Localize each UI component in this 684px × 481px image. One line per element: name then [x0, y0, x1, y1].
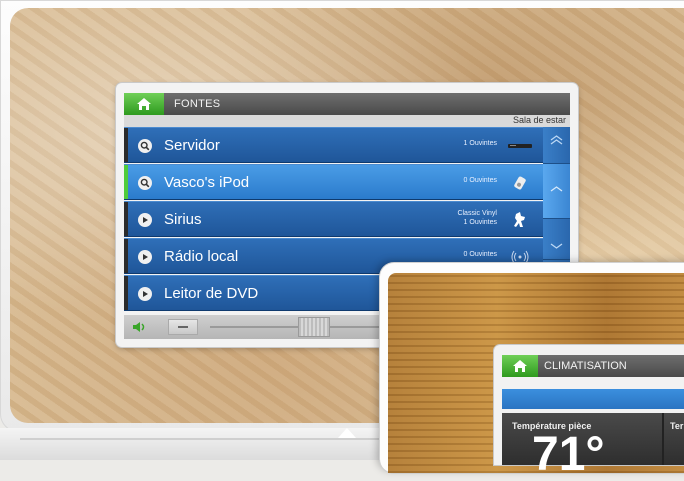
chevron-up-icon	[550, 186, 563, 192]
room-temperature-value: 71°	[532, 428, 605, 481]
speaker-icon[interactable]	[132, 321, 148, 333]
source-listeners: 0 Ouvintes	[463, 177, 497, 184]
search-source-icon	[138, 139, 152, 153]
climate-body: Température pièce Ter 71°	[502, 413, 684, 479]
home-button[interactable]	[124, 93, 164, 115]
climate-room-bar	[502, 389, 684, 409]
selection-indicator	[124, 276, 128, 310]
climate-panel: CLIMATISATION Température pièce Ter 71°	[494, 345, 684, 479]
play-icon	[138, 213, 152, 227]
server-icon	[507, 138, 533, 154]
scroll-up-button[interactable]	[543, 164, 570, 219]
source-name: Rádio local	[164, 248, 239, 265]
source-listeners: 0 Ouvintes	[463, 251, 497, 258]
scroll-down-button[interactable]	[543, 219, 570, 260]
sources-title: FONTES	[174, 98, 221, 110]
source-info: Classic Vinyl 1 Ouvintes	[457, 209, 497, 227]
volume-down-button[interactable]	[168, 319, 198, 335]
volume-slider-track[interactable]	[210, 326, 380, 328]
source-name: Vasco's iPod	[164, 174, 250, 191]
selection-indicator	[124, 128, 128, 162]
room-label: Sala de estar	[512, 115, 566, 125]
room-bar: Sala de estar	[124, 115, 570, 127]
double-chevron-up-icon	[550, 135, 563, 145]
selection-indicator	[124, 202, 128, 236]
search-source-icon	[138, 176, 152, 190]
source-name: Leitor de DVD	[164, 285, 259, 302]
climate-title: CLIMATISATION	[544, 360, 627, 372]
list-item-servidor[interactable]: Servidor 1 Ouvintes	[124, 127, 543, 163]
source-listeners: 1 Ouvintes	[463, 219, 497, 226]
sources-header: FONTES	[124, 93, 570, 115]
home-icon	[137, 98, 151, 110]
climate-divider	[662, 413, 664, 465]
chevron-down-icon	[550, 243, 563, 249]
selection-indicator	[124, 165, 128, 199]
ipod-icon	[507, 175, 533, 191]
play-icon	[138, 250, 152, 264]
play-icon	[138, 287, 152, 301]
station-name: Classic Vinyl	[457, 210, 497, 217]
home-icon	[513, 360, 527, 372]
sirius-dog-icon	[507, 212, 533, 228]
source-listeners: 1 Ouvintes	[463, 140, 497, 147]
scroll-top-button[interactable]	[543, 127, 570, 164]
climate-header: CLIMATISATION	[502, 355, 684, 377]
home-button[interactable]	[502, 355, 538, 377]
volume-slider-knob[interactable]	[298, 317, 330, 337]
source-name: Servidor	[164, 137, 220, 154]
list-item-sirius[interactable]: Sirius Classic Vinyl 1 Ouvintes	[124, 201, 543, 237]
selection-indicator	[124, 239, 128, 273]
second-column-label: Ter	[670, 421, 684, 431]
source-name: Sirius	[164, 211, 202, 228]
list-item-vascos-ipod[interactable]: Vasco's iPod 0 Ouvintes	[124, 164, 543, 200]
